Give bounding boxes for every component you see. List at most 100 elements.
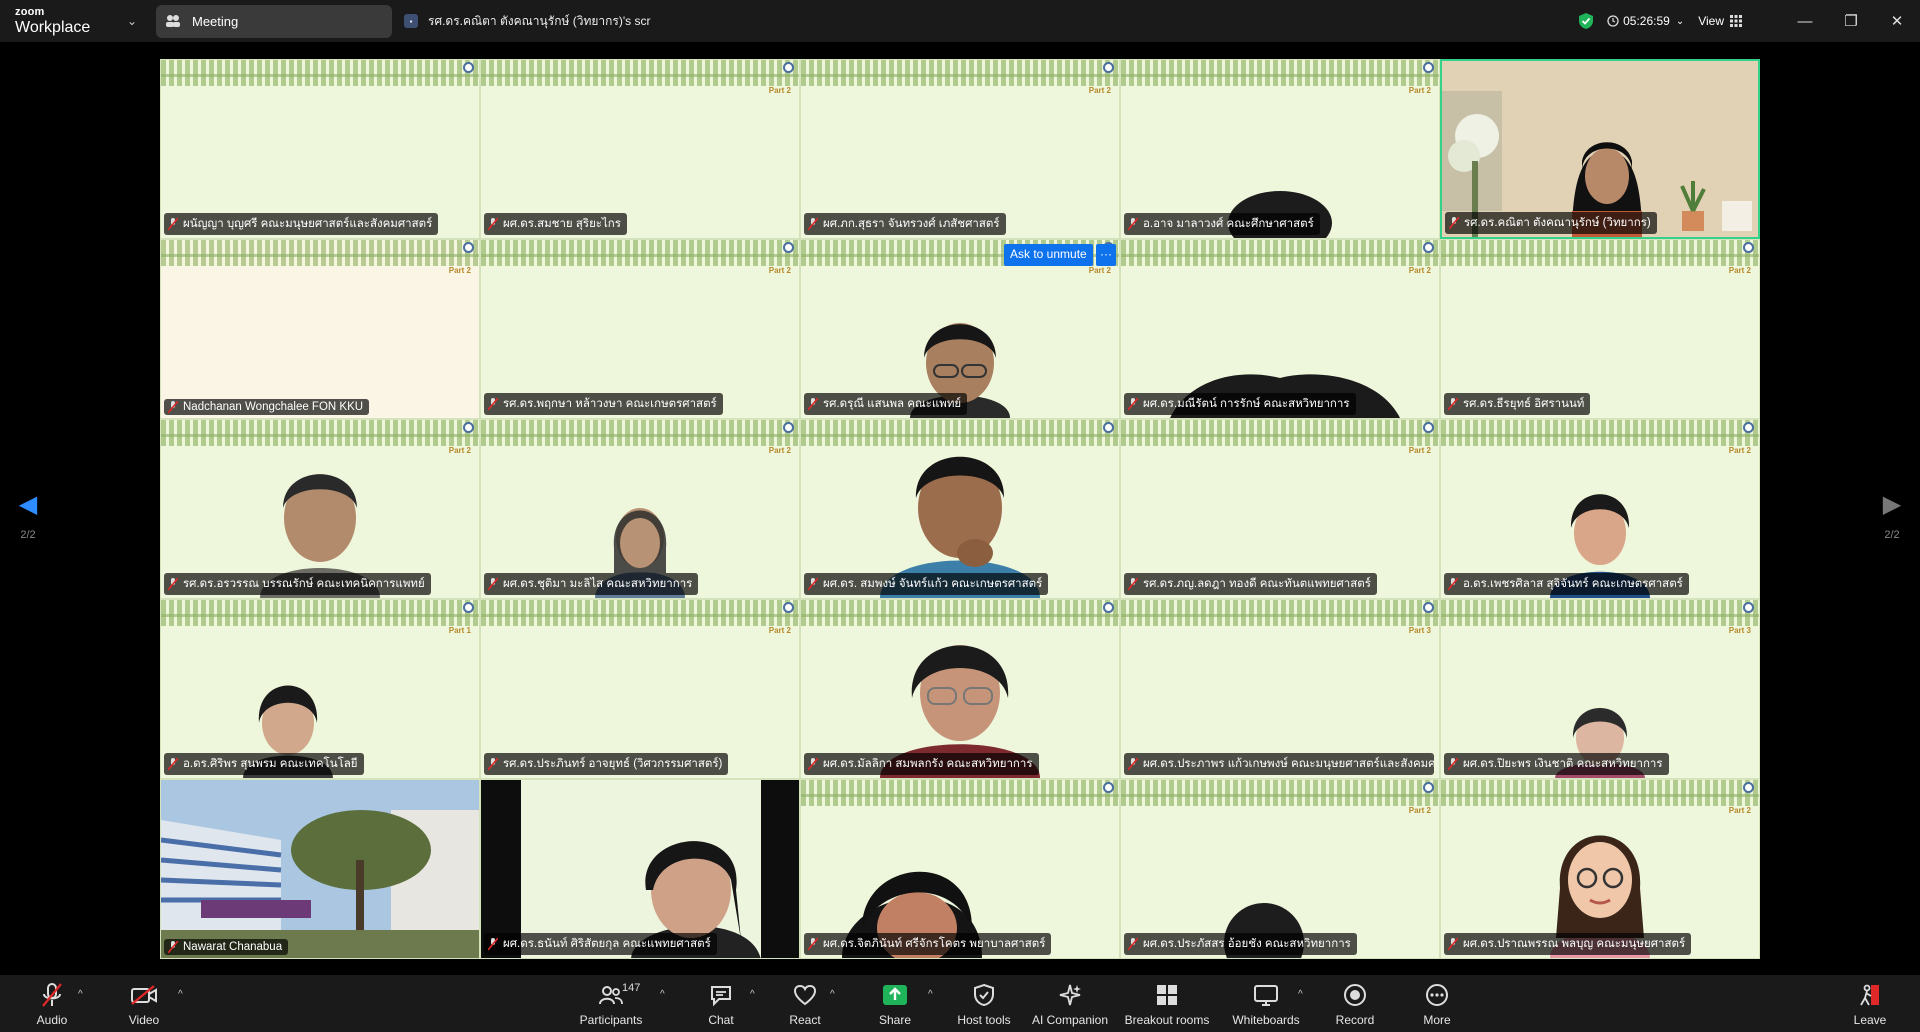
view-label: View — [1698, 14, 1724, 28]
video-tile[interactable]: ผศ.ดร.มัลลิกา สมพลกรัง คณะสหวิทยาการ — [800, 599, 1120, 779]
shield-icon[interactable] — [1577, 12, 1595, 30]
video-tile[interactable]: Part 2 รศ.ดร.อรวรรณ บรรณรักษ์ คณะเทคนิคก… — [160, 419, 480, 599]
video-tile[interactable]: Part 2 รศ.ดร.พฤกษา หล้าวงษา คณะเกษตรศาสต… — [480, 239, 800, 419]
participant-video — [1442, 61, 1758, 237]
video-tile[interactable]: ผศ.ดร.ธนันท์ ศิริสัตยกุล คณะแพทยศาสตร์ — [480, 779, 800, 959]
minimize-icon[interactable]: — — [1782, 13, 1828, 30]
slide-part-label: Part 2 — [1408, 266, 1431, 275]
brand-top: zoom — [15, 5, 45, 18]
chat-button[interactable]: Chat — [676, 981, 766, 1027]
video-tile[interactable]: Part 2 ผศ.ดร.สมชาย สุริยะไกร — [480, 59, 800, 239]
breakout-rooms-button[interactable]: Breakout rooms — [1122, 981, 1212, 1027]
video-tile[interactable]: ผนัญญา บุญศรี คณะมนุษยศาสตร์และสังคมศาสต… — [160, 59, 480, 239]
more-options-icon[interactable]: ··· — [1096, 244, 1116, 266]
video-tile[interactable]: Part 2 อ.อาจ มาลาวงศ์ คณะศึกษาศาสตร์ — [1120, 59, 1440, 239]
video-tile[interactable]: Part 3 ผศ.ดร.ประภาพร แก้วเกษพงษ์ คณะมนุษ… — [1120, 599, 1440, 779]
breakout-rooms-label: Breakout rooms — [1124, 1013, 1210, 1027]
video-tile[interactable]: Part 2 อ.ดร.เพชรศิลาส สุจิจันทร์ คณะเกษต… — [1440, 419, 1760, 599]
view-button[interactable]: View — [1698, 14, 1742, 28]
participants-label: Participants — [579, 1013, 643, 1027]
close-icon[interactable]: ✕ — [1874, 12, 1920, 30]
chat-label: Chat — [708, 1013, 734, 1027]
mic-muted-icon — [808, 578, 818, 590]
more-button[interactable]: More — [1392, 981, 1482, 1027]
video-tile[interactable]: ผศ.ดร. สมพงษ์ จันทร์แก้ว คณะเกษตรศาสตร์ — [800, 419, 1120, 599]
caret-up-icon[interactable]: ^ — [178, 989, 183, 1000]
university-logo-icon — [1743, 422, 1754, 433]
video-tile[interactable]: Part 2 รศ.ดร.ประภินทร์ อาจยุทธ์ (วิศวกรร… — [480, 599, 800, 779]
meeting-timer[interactable]: 05:26:59 ⌄ — [1607, 14, 1684, 28]
video-tile[interactable]: Part 2 รศ.ดร.ภญ.ลดฎา ทองดี คณะทันตแพทยศา… — [1120, 419, 1440, 599]
participant-name: ผศ.ดร.ประภาพร แก้วเกษพงษ์ คณะมนุษยศาสตร์… — [1124, 753, 1434, 775]
video-tile[interactable]: Nawarat Chanabua — [160, 779, 480, 959]
slide-part-label: Part 2 — [768, 86, 791, 95]
host-tools-button[interactable]: Host tools — [939, 981, 1029, 1027]
participant-name: รศ.ดร.อรวรรณ บรรณรักษ์ คณะเทคนิคการแพทย์ — [164, 573, 431, 595]
video-grid: ผนัญญา บุญศรี คณะมนุษยศาสตร์และสังคมศาสต… — [160, 59, 1760, 959]
participants-count: 147 — [622, 982, 641, 994]
building-photo — [161, 780, 479, 958]
university-logo-icon — [1423, 782, 1434, 793]
heart-icon — [793, 984, 817, 1006]
caret-up-icon[interactable]: ^ — [928, 989, 933, 1000]
video-tile[interactable]: Part 2 ผศ.ภก.สุธรา จันทรวงศ์ เภสัชศาสตร์ — [800, 59, 1120, 239]
chevron-down-icon[interactable]: ⌄ — [112, 14, 152, 28]
video-tile[interactable]: Part 2 ผศ.ดร.ประภัสสร อ้อยชัง คณะสหวิทยา… — [1120, 779, 1440, 959]
video-tile[interactable]: Part 2 รศ.ดร.ธีรยุทธ์ อิศรานนท์ — [1440, 239, 1760, 419]
video-off-icon — [131, 985, 157, 1005]
video-tile[interactable]: Part 2 ผศ.ดร.ชุติมา มะลิไส คณะสหวิทยาการ — [480, 419, 800, 599]
whiteboards-button[interactable]: Whiteboards — [1221, 981, 1311, 1027]
mic-muted-icon — [168, 218, 178, 230]
tab-shared-screen[interactable]: ▪ รศ.ดร.คณิตา ตังคณานุรักษ์ (วิทยากร)'s … — [404, 12, 650, 31]
next-page-nav[interactable]: ▶ 2/2 — [1872, 490, 1912, 541]
participant-name: อ.ดร.เพชรศิลาส สุจิจันทร์ คณะเกษตรศาสตร์ — [1444, 573, 1689, 595]
restore-icon[interactable]: ❐ — [1828, 12, 1874, 30]
participants-button[interactable]: 147 Participants — [566, 981, 656, 1027]
slide-part-label: Part 2 — [1728, 806, 1751, 815]
slide-part-label: Part 3 — [1728, 626, 1751, 635]
video-tile[interactable]: Part 2 รศ.ดรุณี แสนพล คณะแพทย์ — [800, 239, 1120, 419]
caret-up-icon[interactable]: ^ — [1298, 989, 1303, 1000]
slide-part-label: Part 2 — [448, 446, 471, 455]
video-tile[interactable]: Part 2 Nadchanan Wongchalee FON KKU — [160, 239, 480, 419]
arrow-right-icon[interactable]: ▶ — [1872, 490, 1912, 519]
caret-up-icon[interactable]: ^ — [830, 989, 835, 1000]
caret-up-icon[interactable]: ^ — [660, 989, 665, 1000]
ask-to-unmute-button[interactable]: Ask to unmute — [1004, 244, 1093, 266]
caret-up-icon[interactable]: ^ — [78, 989, 83, 1000]
mic-muted-icon — [1128, 578, 1138, 590]
participant-name: ผศ.ดร. สมพงษ์ จันทร์แก้ว คณะเกษตรศาสตร์ — [804, 573, 1049, 595]
video-tile[interactable]: Part 3 ผศ.ดร.ปิยะพร เงินชาติ คณะสหวิทยาก… — [1440, 599, 1760, 779]
video-tile[interactable]: Part 2 ผศ.ดร.ปราณพรรณ พลบุญ คณะมนุษยศาสต… — [1440, 779, 1760, 959]
chevron-down-icon: ⌄ — [1675, 15, 1685, 27]
grid-icon — [1730, 15, 1742, 27]
participant-name: Nadchanan Wongchalee FON KKU — [164, 399, 370, 415]
participant-name: รศ.ดร.ภญ.ลดฎา ทองดี คณะทันตแพทยศาสตร์ — [1124, 573, 1377, 595]
video-tile[interactable]: ผศ.ดร.จิตภินันท์ ศรีจักรโคตร พยาบาลศาสตร… — [800, 779, 1120, 959]
brand-bottom: Workplace — [15, 18, 91, 36]
mic-muted-icon — [42, 983, 62, 1007]
video-label: Video — [128, 1013, 160, 1027]
caret-up-icon[interactable]: ^ — [750, 989, 755, 1000]
mic-muted-icon — [808, 218, 818, 230]
page-indicator: 2/2 — [1884, 529, 1900, 541]
leave-button[interactable]: Leave — [1825, 981, 1915, 1027]
university-logo-icon — [463, 602, 474, 613]
video-tile[interactable]: Part 2 ผศ.ดร.มณีรัตน์ การรักษ์ คณะสหวิทย… — [1120, 239, 1440, 419]
arrow-left-icon[interactable]: ◀ — [8, 490, 48, 519]
share-button[interactable]: Share — [850, 981, 940, 1027]
tab-meeting[interactable]: Meeting — [156, 4, 392, 38]
video-tile[interactable]: Part 1 อ.ดร.ศิริพร สุนพรม คณะเทคโนโลยี — [160, 599, 480, 779]
slide-part-label: Part 2 — [1088, 86, 1111, 95]
university-logo-icon — [783, 242, 794, 253]
host-tools-label: Host tools — [957, 1013, 1011, 1027]
audio-button[interactable]: Audio — [7, 981, 97, 1027]
video-tile-active-speaker[interactable]: รศ.ดร.คณิตา ตังคณานุรักษ์ (วิทยากร) — [1440, 59, 1760, 239]
video-button[interactable]: Video — [99, 981, 189, 1027]
ai-companion-button[interactable]: AI Companion — [1025, 981, 1115, 1027]
mic-muted-icon — [1448, 938, 1458, 950]
react-button[interactable]: React — [760, 981, 850, 1027]
previous-page-nav[interactable]: ◀ 2/2 — [8, 490, 48, 541]
record-button[interactable]: Record — [1310, 981, 1400, 1027]
participant-name: ผศ.ภก.สุธรา จันทรวงศ์ เภสัชศาสตร์ — [804, 213, 1006, 235]
